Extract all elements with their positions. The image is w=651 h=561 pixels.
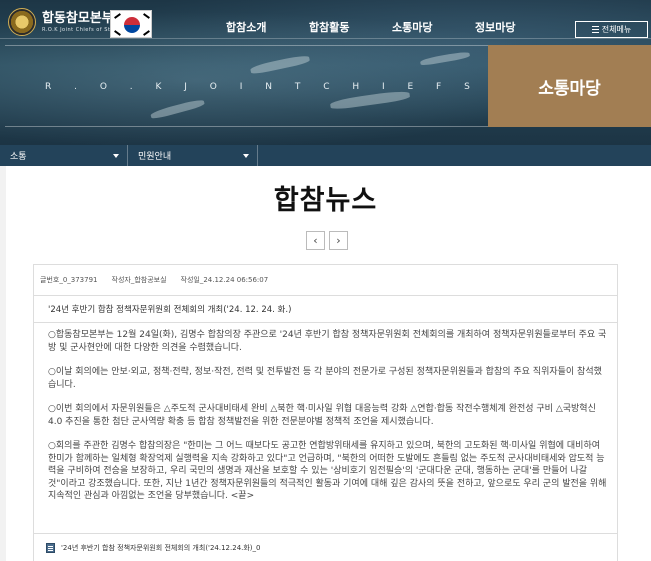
- header-banner: 합동참모본부 R.O.K Joint Chiefs of Staff 합참소개 …: [0, 0, 651, 145]
- previous-post-button[interactable]: ‹: [306, 231, 325, 250]
- breadcrumb-level2-label: 민원안내: [138, 152, 172, 162]
- post-body: ○합동참모본부는 12월 24일(화), 김명수 합참의장 주관으로 '24년 …: [48, 329, 608, 515]
- nav-activities[interactable]: 합참활동: [309, 19, 392, 35]
- chevron-down-icon: [113, 154, 119, 158]
- nav-information[interactable]: 정보마당: [475, 19, 555, 35]
- post-paragraph: ○이날 회의에는 안보·외교, 정책·전략, 정보·작전, 전력 및 전투발전 …: [48, 367, 602, 390]
- main-nav: 합참소개 합참활동 소통마당 정보마당: [226, 19, 555, 35]
- post-paragraph: ○합동참모본부는 12월 24일(화), 김명수 합참의장 주관으로 '24년 …: [48, 330, 607, 353]
- page: 합동참모본부 R.O.K Joint Chiefs of Staff 합참소개 …: [0, 0, 651, 561]
- breadcrumb-level1-dropdown[interactable]: 소통: [0, 145, 128, 166]
- left-margin: [0, 166, 6, 561]
- logo-subtitle: R.O.K Joint Chiefs of Staff: [42, 26, 119, 33]
- nav-communication[interactable]: 소통마당: [392, 19, 475, 35]
- attachment-link[interactable]: '24년 후반기 합참 정책자문위원회 전체회의 개최('24.12.24.화)…: [61, 543, 261, 553]
- post-paragraph: ○이번 회의에서 자문위원들은 △주도적 군사대비태세 완비 △북한 핵·미사일…: [48, 404, 596, 427]
- post-date: 작성일_24.12.24 06:56:07: [180, 276, 269, 284]
- page-title: 합참뉴스: [273, 185, 378, 216]
- breadcrumb-level2-dropdown[interactable]: 민원안내: [128, 145, 258, 166]
- jcs-emblem-icon: [8, 8, 36, 36]
- post-number: 글번호_0_373791: [40, 276, 98, 284]
- section-title: 소통마당: [488, 45, 651, 127]
- breadcrumb: 소통 민원안내: [0, 145, 651, 166]
- nav-about[interactable]: 합참소개: [226, 19, 309, 35]
- post-author: 작성자_합참공보실: [111, 276, 167, 284]
- breadcrumb-level1-label: 소통: [10, 152, 27, 162]
- logo-title: 합동참모본부: [42, 10, 114, 26]
- post-subject: '24년 후반기 합참 정책자문위원회 전체회의 개최('24. 12. 24.…: [34, 296, 617, 323]
- all-menu-button[interactable]: 전체메뉴: [575, 21, 648, 38]
- post-card: 글번호_0_373791 작성자_합참공보실 작성일_24.12.24 06:5…: [33, 264, 618, 561]
- post-meta: 글번호_0_373791 작성자_합참공보실 작성일_24.12.24 06:5…: [34, 265, 617, 296]
- korean-flag-icon: [110, 10, 152, 38]
- site-logo[interactable]: 합동참모본부 R.O.K Joint Chiefs of Staff: [8, 8, 118, 36]
- attachment-row[interactable]: '24년 후반기 합참 정책자문위원회 전체회의 개최('24.12.24.화)…: [34, 533, 617, 561]
- chevron-down-icon: [243, 154, 249, 158]
- file-icon: [46, 543, 55, 553]
- post-pager: ‹ ›: [306, 231, 348, 250]
- post-paragraph: ○회의를 주관한 김명수 합참의장은 "한미는 그 어느 때보다도 공고한 연합…: [48, 441, 607, 501]
- all-menu-label: 전체메뉴: [601, 25, 632, 34]
- next-post-button[interactable]: ›: [329, 231, 348, 250]
- menu-icon: [591, 26, 599, 33]
